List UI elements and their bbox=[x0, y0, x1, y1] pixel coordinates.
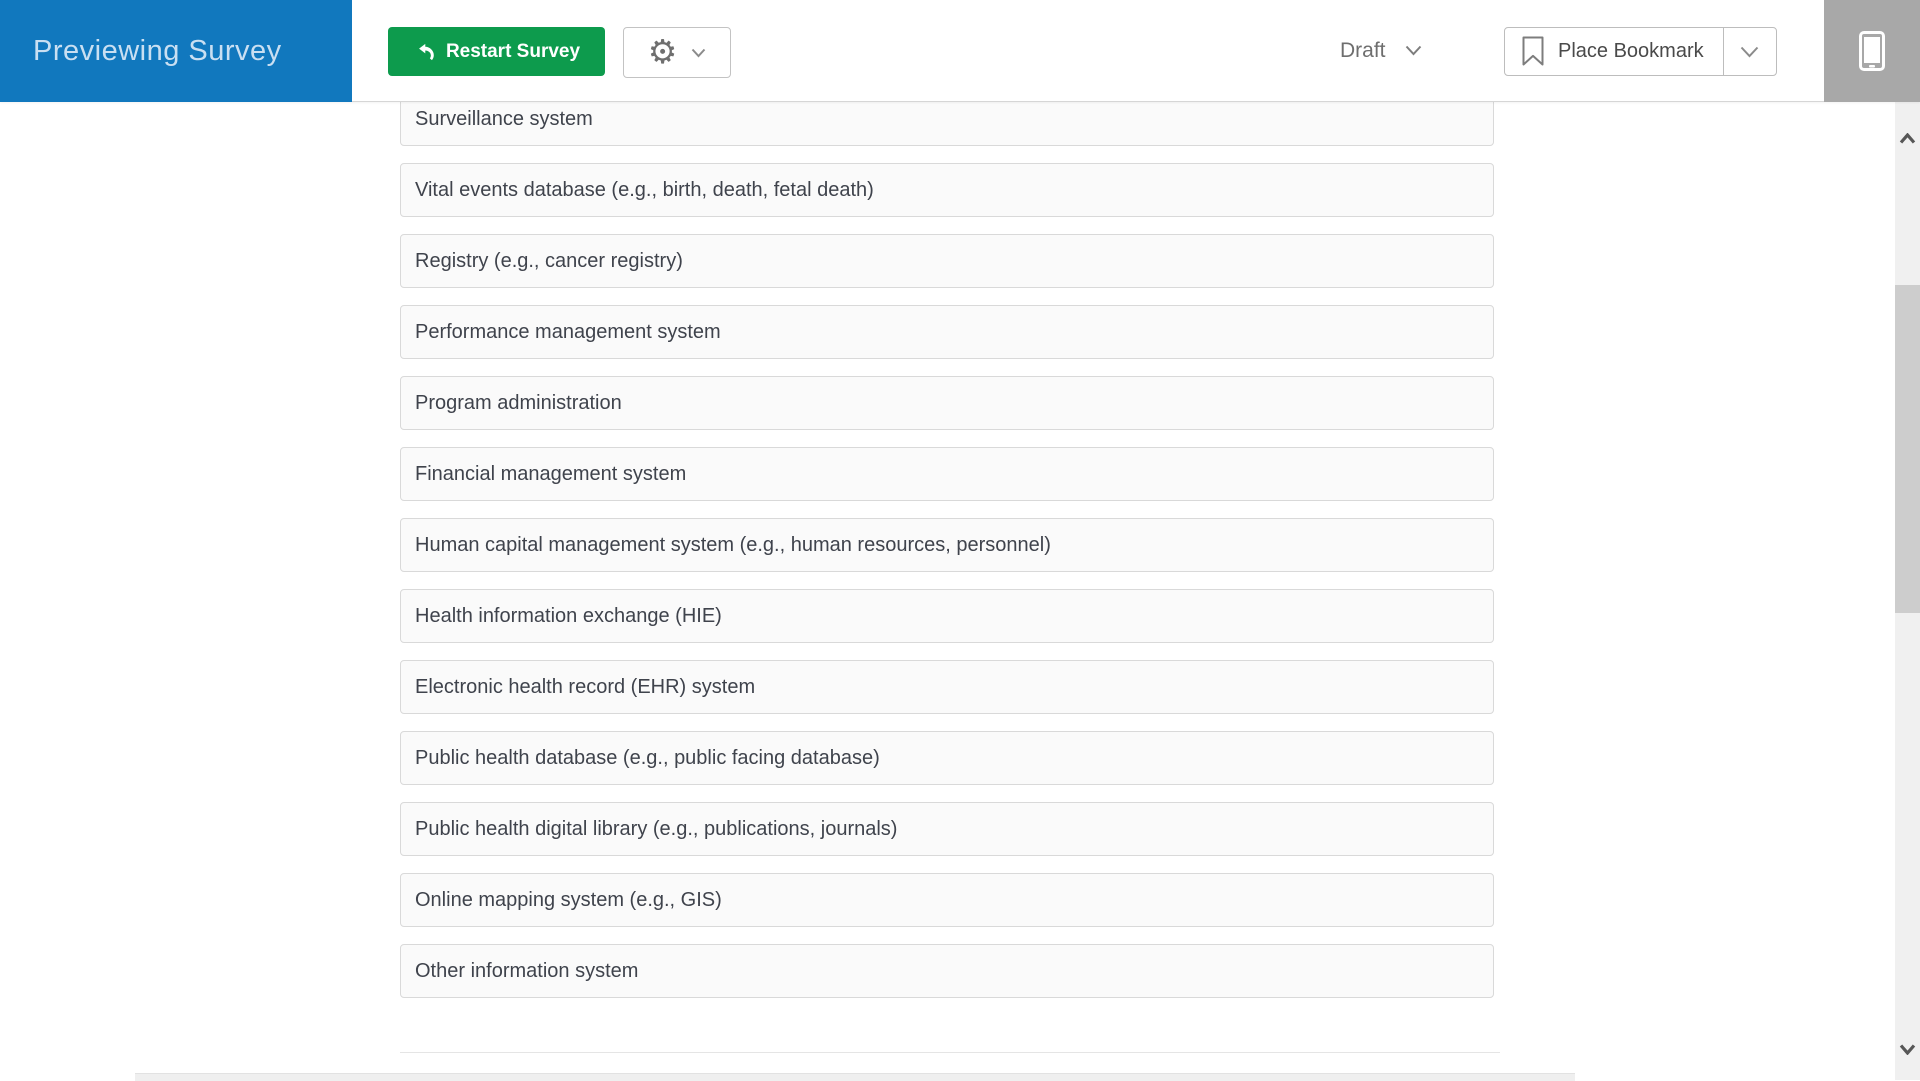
place-bookmark-button[interactable]: Place Bookmark bbox=[1505, 28, 1723, 75]
survey-option-label: Human capital management system (e.g., h… bbox=[415, 533, 1051, 556]
place-bookmark-split-button: Place Bookmark bbox=[1504, 27, 1777, 76]
chevron-down-icon bbox=[1740, 46, 1759, 58]
survey-option-label: Public health digital library (e.g., pub… bbox=[415, 817, 898, 840]
survey-status-dropdown[interactable]: Draft bbox=[1340, 0, 1422, 101]
chevron-up-icon bbox=[1899, 132, 1916, 144]
survey-option[interactable]: Health information exchange (HIE) bbox=[400, 589, 1494, 643]
survey-option[interactable]: Human capital management system (e.g., h… bbox=[400, 518, 1494, 572]
vertical-scrollbar[interactable] bbox=[1895, 101, 1920, 1080]
survey-option[interactable]: Vital events database (e.g., birth, deat… bbox=[400, 163, 1494, 217]
scrollbar-thumb[interactable] bbox=[1895, 285, 1920, 613]
preview-toolbar: Previewing Survey Restart Survey ⚙ Draft bbox=[0, 0, 1920, 102]
survey-option-label: Health information exchange (HIE) bbox=[415, 604, 722, 627]
mobile-preview-toggle[interactable] bbox=[1824, 0, 1920, 102]
survey-option-label: Electronic health record (EHR) system bbox=[415, 675, 756, 698]
tablet-icon bbox=[1859, 31, 1885, 71]
place-bookmark-label: Place Bookmark bbox=[1558, 40, 1704, 62]
survey-option[interactable]: Performance management system bbox=[400, 305, 1494, 359]
question-separator bbox=[400, 1052, 1500, 1053]
preview-survey-page: Surveillance system Vital events databas… bbox=[0, 0, 1920, 1081]
survey-option[interactable]: Program administration bbox=[400, 376, 1494, 430]
survey-option-label: Program administration bbox=[415, 391, 622, 414]
survey-option[interactable]: Financial management system bbox=[400, 447, 1494, 501]
survey-option[interactable]: Public health digital library (e.g., pub… bbox=[400, 802, 1494, 856]
chevron-down-icon bbox=[1899, 1043, 1916, 1055]
chevron-down-icon bbox=[691, 48, 706, 58]
preview-mode-label: Previewing Survey bbox=[33, 34, 282, 67]
restart-survey-label: Restart Survey bbox=[445, 40, 581, 62]
survey-status-label: Draft bbox=[1340, 38, 1386, 62]
chevron-down-icon bbox=[1405, 45, 1422, 56]
survey-option-label: Performance management system bbox=[415, 320, 721, 343]
bookmark-menu-button[interactable] bbox=[1722, 28, 1776, 75]
survey-option-label: Public health database (e.g., public fac… bbox=[415, 746, 880, 769]
survey-option[interactable]: Public health database (e.g., public fac… bbox=[400, 731, 1494, 785]
survey-option-label: Other information system bbox=[415, 959, 639, 982]
preview-mode-banner: Previewing Survey bbox=[0, 0, 352, 102]
scroll-down-button[interactable] bbox=[1895, 1038, 1920, 1060]
survey-option[interactable]: Online mapping system (e.g., GIS) bbox=[400, 873, 1494, 927]
survey-option-label: Surveillance system bbox=[415, 107, 593, 130]
survey-option-label: Online mapping system (e.g., GIS) bbox=[415, 888, 722, 911]
undo-arrow-icon bbox=[413, 41, 435, 63]
gear-icon: ⚙ bbox=[647, 32, 678, 71]
bookmark-icon bbox=[1521, 36, 1545, 67]
survey-option-label: Registry (e.g., cancer registry) bbox=[415, 249, 683, 272]
survey-option[interactable]: Other information system bbox=[400, 944, 1494, 998]
survey-option-label: Vital events database (e.g., birth, deat… bbox=[415, 178, 874, 201]
survey-option-label: Financial management system bbox=[415, 462, 687, 485]
restart-survey-button[interactable]: Restart Survey bbox=[388, 27, 605, 76]
survey-option[interactable]: Registry (e.g., cancer registry) bbox=[400, 234, 1494, 288]
scroll-up-button[interactable] bbox=[1895, 127, 1920, 149]
survey-option[interactable]: Electronic health record (EHR) system bbox=[400, 660, 1494, 714]
preview-options-button[interactable]: ⚙ bbox=[623, 27, 731, 78]
